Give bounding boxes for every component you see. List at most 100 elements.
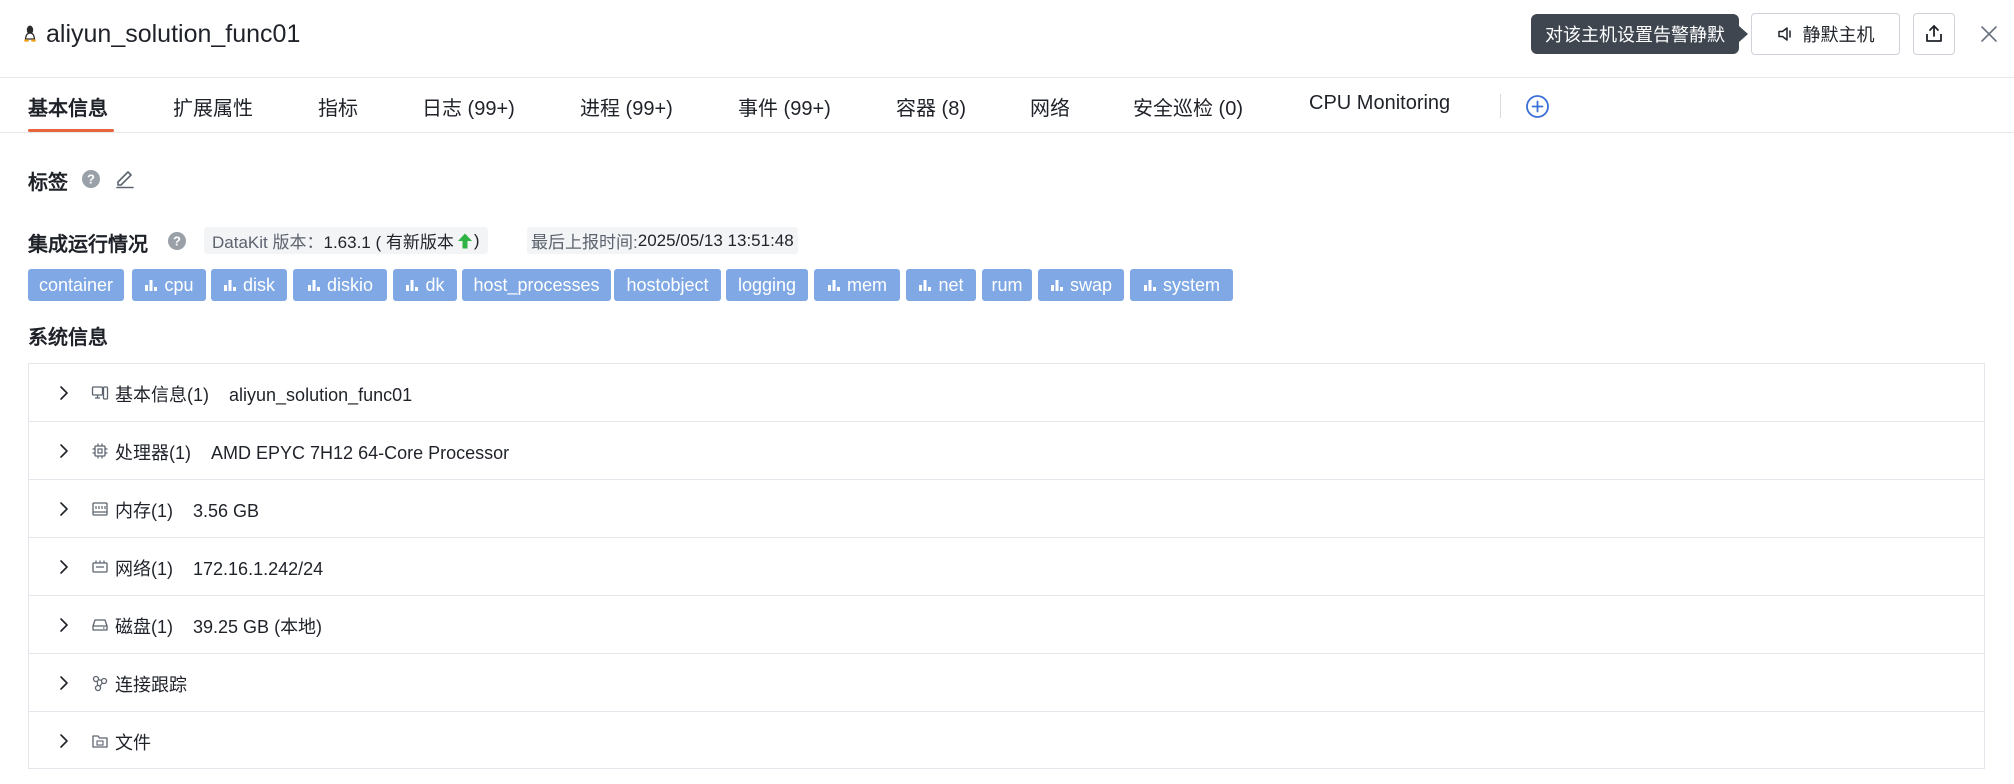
tab-containers[interactable]: 容器 (8)	[896, 92, 966, 121]
connection-icon	[92, 675, 108, 692]
system-info-row-memory[interactable]: 内存(1) 3.56 GB	[29, 480, 1984, 538]
last-report-box: 最后上报时间: 2025/05/13 13:51:48	[527, 227, 798, 254]
chip-system[interactable]: system	[1130, 269, 1233, 301]
chip-label: net	[938, 274, 964, 295]
row-label: 磁盘(1)	[115, 617, 173, 637]
chip-label: mem	[847, 274, 887, 295]
system-info-row-processor[interactable]: 处理器(1) AMD EPYC 7H12 64-Core Processor	[29, 422, 1984, 480]
tab-events[interactable]: 事件 (99+)	[738, 92, 831, 121]
chip-label: rum	[991, 274, 1023, 295]
cpu-icon	[92, 443, 108, 459]
system-info-row-network[interactable]: 网络(1) 172.16.1.242/24	[29, 538, 1984, 596]
chip-logging[interactable]: logging	[726, 269, 808, 301]
edit-icon[interactable]	[114, 167, 136, 189]
chip-host-processes[interactable]: host_processes	[462, 269, 611, 301]
tab-basic-info[interactable]: 基本信息	[28, 92, 108, 121]
row-value: 39.25 GB (本地)	[193, 617, 323, 637]
active-tab-indicator	[28, 129, 114, 132]
linux-icon	[22, 24, 38, 44]
chip-label: diskio	[326, 274, 374, 295]
tab-extended-attributes[interactable]: 扩展属性	[173, 92, 253, 121]
bar-chart-icon	[1050, 280, 1063, 291]
row-label: 内存(1)	[115, 501, 173, 521]
chip-hostobject[interactable]: hostobject	[614, 269, 721, 301]
system-info-row-basic[interactable]: 基本信息(1) aliyun_solution_func01	[29, 364, 1984, 422]
chip-container[interactable]: container	[28, 269, 124, 301]
chip-disk[interactable]: disk	[211, 269, 287, 301]
chevron-right-icon	[60, 386, 68, 400]
add-tab-button[interactable]	[1525, 94, 1550, 119]
datakit-version-suffix: )	[473, 230, 480, 250]
system-info-panel: 基本信息(1) aliyun_solution_func01 处理器(1) AM…	[28, 363, 1985, 769]
row-value: aliyun_solution_func01	[229, 385, 413, 405]
network-icon	[92, 560, 108, 573]
tab-network[interactable]: 网络	[1030, 92, 1070, 121]
last-report-time: 2025/05/13 13:51:48	[637, 230, 794, 250]
chip-label: swap	[1069, 274, 1113, 295]
chevron-right-icon	[60, 444, 68, 458]
chip-label: system	[1162, 274, 1220, 295]
close-button[interactable]	[1975, 20, 2003, 48]
chevron-right-icon	[60, 734, 68, 748]
row-label: 处理器(1)	[115, 443, 191, 463]
svg-text:?: ?	[173, 234, 181, 249]
chip-swap[interactable]: swap	[1038, 269, 1124, 301]
chip-cpu[interactable]: cpu	[132, 269, 206, 301]
disk-icon	[92, 619, 108, 631]
close-icon	[1981, 26, 1997, 42]
row-value: AMD EPYC 7H12 64-Core Processor	[211, 443, 510, 463]
row-label: 基本信息(1)	[115, 385, 209, 405]
system-info-title: 系统信息	[28, 327, 108, 349]
chevron-right-icon	[60, 676, 68, 690]
chevron-right-icon	[60, 618, 68, 632]
row-label: 连接跟踪	[115, 675, 187, 695]
tab-processes[interactable]: 进程 (99+)	[580, 92, 673, 121]
mute-host-button[interactable]: 静默主机	[1751, 13, 1900, 55]
mute-tooltip: 对该主机设置告警静默	[1531, 14, 1748, 54]
row-value: 172.16.1.242/24	[193, 559, 324, 579]
chip-diskio[interactable]: diskio	[293, 269, 387, 301]
datakit-version-value: 1.63.1 ( 有新版本	[323, 233, 454, 252]
bar-chart-icon	[307, 280, 320, 291]
chip-label: hostobject	[626, 274, 709, 295]
chip-dk[interactable]: dk	[393, 269, 457, 301]
tab-divider	[1500, 94, 1501, 118]
plus-circle-icon	[1526, 95, 1549, 118]
drawer-header: aliyun_solution_func01 对该主机设置告警静默 静默主机	[0, 0, 2014, 78]
detail-tabs: 基本信息 扩展属性 指标 日志 (99+) 进程 (99+) 事件 (99+) …	[0, 78, 2014, 133]
mute-host-label: 静默主机	[1802, 25, 1875, 45]
tab-security-check[interactable]: 安全巡检 (0)	[1133, 92, 1243, 121]
chip-net[interactable]: net	[906, 269, 976, 301]
system-info-row-connection-tracking[interactable]: 连接跟踪	[29, 654, 1984, 712]
datakit-version-box: DataKit 版本： 1.63.1 ( 有新版本 )	[204, 227, 488, 254]
bar-chart-icon	[145, 280, 158, 291]
bar-chart-icon	[406, 280, 419, 291]
tab-metrics[interactable]: 指标	[318, 92, 358, 121]
host-icon	[91, 386, 109, 400]
svg-text:?: ?	[87, 172, 95, 187]
chip-label: container	[38, 274, 114, 295]
system-info-row-files[interactable]: 文件	[29, 712, 1984, 770]
datakit-version-label: DataKit 版本：	[212, 233, 324, 252]
bar-chart-icon	[223, 280, 236, 291]
chip-label: disk	[242, 274, 275, 295]
chip-label: dk	[425, 274, 445, 295]
chip-mem[interactable]: mem	[814, 269, 900, 301]
bar-chart-icon	[828, 280, 840, 291]
chip-label: logging	[737, 274, 797, 295]
chip-rum[interactable]: rum	[982, 269, 1032, 301]
labels-help-icon[interactable]: ?	[81, 169, 101, 189]
tab-cpu-monitoring[interactable]: CPU Monitoring	[1309, 92, 1450, 115]
bar-chart-icon	[919, 280, 932, 291]
bar-chart-icon	[1143, 280, 1156, 291]
system-info-row-disk[interactable]: 磁盘(1) 39.25 GB (本地)	[29, 596, 1984, 654]
upgrade-arrow-icon[interactable]	[456, 232, 474, 250]
chevron-right-icon	[60, 560, 68, 574]
row-value: 3.56 GB	[193, 501, 260, 521]
chip-label: host_processes	[473, 274, 600, 295]
chip-label: cpu	[164, 274, 194, 295]
integration-help-icon[interactable]: ?	[167, 231, 187, 251]
share-button[interactable]	[1913, 13, 1955, 55]
memory-icon	[92, 502, 108, 516]
tab-logs[interactable]: 日志 (99+)	[422, 92, 515, 121]
